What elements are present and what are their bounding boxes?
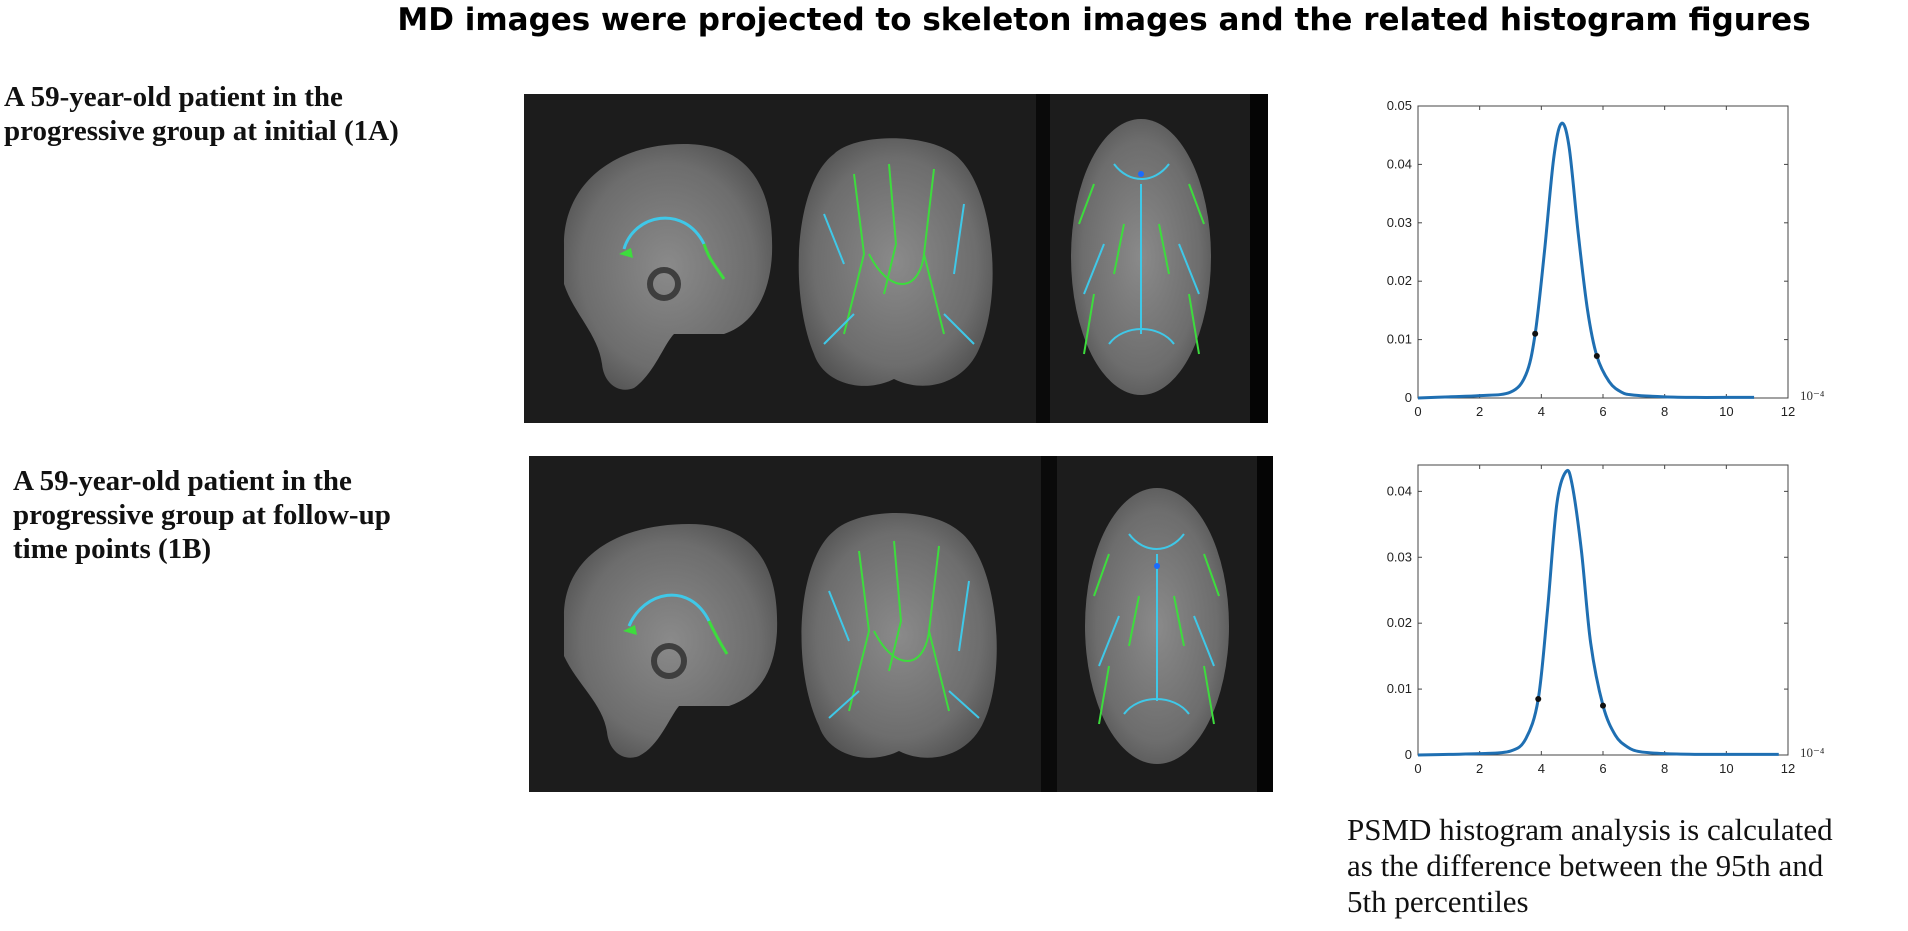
- x-tick-label: 12: [1781, 761, 1795, 776]
- note-line: as the difference between the 95th and: [1347, 848, 1824, 883]
- caption-line: A 59-year-old patient in the: [4, 81, 343, 113]
- y-tick-label: 0.03: [1387, 549, 1412, 564]
- plot-frame: [1417, 464, 1789, 756]
- y-tick-label: 0.03: [1387, 215, 1412, 230]
- y-tick-label: 0.04: [1387, 156, 1412, 171]
- figure-title: MD images were projected to skeleton ima…: [397, 2, 1811, 38]
- note-line: 5th percentiles: [1347, 884, 1529, 919]
- coronal-brain-image: [801, 512, 997, 758]
- y-tick-label: 0.02: [1387, 615, 1412, 630]
- histogram-follow-up: 0 2 4 6 8 10 12 0 0.01 0.02 0.03 0.04 10⁻⁴: [1370, 455, 1830, 790]
- percentile-marker: [1535, 695, 1542, 702]
- axial-brain-image: [1071, 119, 1211, 395]
- x-tick-label: 8: [1661, 761, 1668, 776]
- caption-line: A 59-year-old patient in the: [13, 465, 352, 497]
- x-tick-label: 10: [1719, 761, 1733, 776]
- caption-line: progressive group at initial (1A): [4, 115, 399, 147]
- histogram-curve: [1417, 121, 1755, 400]
- histogram-chart: 0 2 4 6 8 10 12 0 0.01 0.02 0.03 0.04 0.05 10⁻⁴: [1387, 98, 1825, 419]
- caption-line: time points (1B): [13, 533, 212, 565]
- x-tick-label: 6: [1599, 761, 1606, 776]
- percentile-marker: [1593, 352, 1600, 359]
- row-2-caption: A 59-year-old patient in the progressive…: [13, 464, 391, 566]
- note-line: PSMD histogram analysis is calculated: [1347, 812, 1833, 847]
- y-tick-label: 0.04: [1387, 483, 1412, 498]
- y-tick-label: 0.01: [1387, 332, 1412, 347]
- row-1-caption: A 59-year-old patient in the progressive…: [4, 80, 399, 148]
- psmd-note: PSMD histogram analysis is calculated as…: [1347, 812, 1833, 920]
- x-tick-label: 8: [1661, 404, 1668, 419]
- x-tick-label: 10: [1719, 404, 1733, 419]
- mri-panel-initial: [524, 94, 1268, 423]
- y-tick-label: 0: [1405, 747, 1412, 762]
- x-scale-label: 10⁻⁴: [1800, 745, 1825, 760]
- x-tick-label: 12: [1781, 404, 1795, 419]
- x-tick-label: 2: [1476, 404, 1483, 419]
- mri-panel-follow-up: [529, 456, 1273, 792]
- coronal-brain-image: [798, 138, 993, 386]
- x-scale-label: 10⁻⁴: [1800, 388, 1825, 403]
- percentile-marker: [1600, 702, 1606, 709]
- y-tick-label: 0.01: [1387, 681, 1412, 696]
- y-tick-label: 0.05: [1387, 98, 1412, 113]
- histogram-chart: 0 2 4 6 8 10 12 0 0.01 0.02 0.03 0.04 10⁻⁴: [1387, 464, 1825, 776]
- x-tick-label: 4: [1538, 761, 1545, 776]
- axial-brain-image: [1085, 488, 1229, 764]
- percentile-marker: [1532, 330, 1539, 337]
- x-tick-label: 6: [1599, 404, 1606, 419]
- caption-line: progressive group at follow-up: [13, 499, 391, 531]
- y-tick-label: 0.02: [1387, 273, 1412, 288]
- histogram-initial: 0 2 4 6 8 10 12 0 0.01 0.02 0.03 0.04 0.05 10⁻⁴: [1370, 92, 1830, 432]
- x-tick-label: 2: [1476, 761, 1483, 776]
- x-tick-label: 4: [1538, 404, 1545, 419]
- x-tick-label: 0: [1414, 404, 1421, 419]
- plot-frame: [1417, 105, 1789, 399]
- x-tick-label: 0: [1414, 761, 1421, 776]
- y-tick-label: 0: [1405, 390, 1412, 405]
- histogram-curve: [1417, 468, 1779, 757]
